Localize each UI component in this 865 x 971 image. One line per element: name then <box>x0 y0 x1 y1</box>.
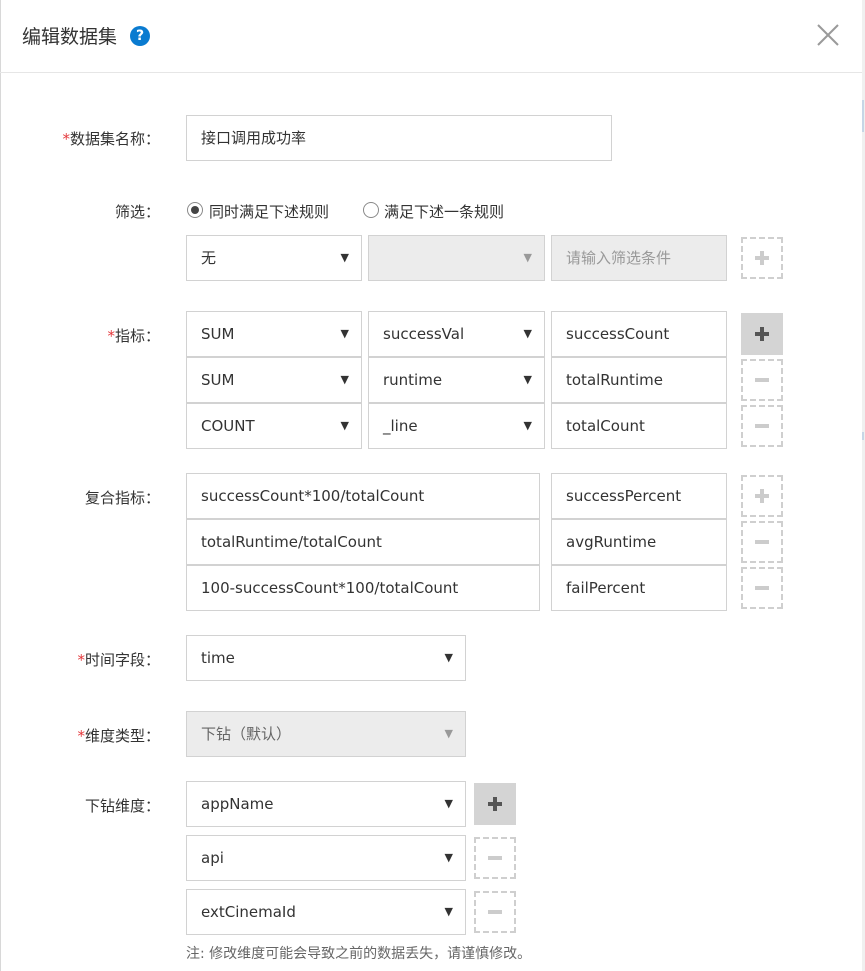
dim-type-select: 下钻（默认） ▼ <box>186 711 466 757</box>
caret-down-icon: ▼ <box>340 251 349 264</box>
caret-down-icon: ▼ <box>523 373 532 386</box>
caret-down-icon: ▼ <box>444 797 453 810</box>
filter-any-radio[interactable] <box>363 202 379 218</box>
time-field-label: *时间字段： <box>77 651 160 669</box>
remove-metric-button[interactable] <box>741 405 783 447</box>
drill-dim-note: 注: 修改维度可能会导致之前的数据丢失，请谨慎修改。 <box>186 946 532 962</box>
composite-alias-input[interactable]: successPercent <box>551 473 727 519</box>
caret-down-icon: ▼ <box>523 327 532 340</box>
minus-icon <box>755 424 769 428</box>
metric-agg-select[interactable]: SUM ▼ <box>186 357 362 403</box>
metric-agg-select[interactable]: SUM ▼ <box>186 311 362 357</box>
time-field-select[interactable]: time ▼ <box>186 635 466 681</box>
add-drill-dim-button[interactable] <box>474 783 516 825</box>
dim-type-value: 下钻（默认） <box>201 725 292 743</box>
metrics-label: *指标： <box>107 327 160 345</box>
filter-any-label: 满足下述一条规则 <box>384 203 505 221</box>
caret-down-icon: ▼ <box>523 251 532 264</box>
minus-icon <box>488 910 502 914</box>
caret-down-icon: ▼ <box>444 727 453 740</box>
metric-agg-value: SUM <box>201 325 235 343</box>
dialog-title: 编辑数据集 <box>22 26 118 48</box>
metric-field-value: successVal <box>383 325 465 343</box>
metric-alias-input[interactable]: totalCount <box>551 403 727 449</box>
composite-expr-input[interactable]: successCount*100/totalCount <box>186 473 540 519</box>
metric-field-select[interactable]: _line ▼ <box>368 403 545 449</box>
add-metric-button[interactable] <box>741 313 783 355</box>
metric-field-select[interactable]: successVal ▼ <box>368 311 545 357</box>
minus-icon <box>755 586 769 590</box>
drill-dim-label: 下钻维度： <box>84 797 160 815</box>
minus-icon <box>755 540 769 544</box>
metric-agg-value: SUM <box>201 371 235 389</box>
add-composite-button[interactable] <box>741 475 783 517</box>
metric-agg-value: COUNT <box>201 417 255 435</box>
metric-field-value: runtime <box>383 371 443 389</box>
caret-down-icon: ▼ <box>340 327 349 340</box>
composite-alias-input[interactable]: avgRuntime <box>551 519 727 565</box>
caret-down-icon: ▼ <box>340 419 349 432</box>
filter-op-select[interactable]: 无 ▼ <box>186 235 362 281</box>
composite-label: 复合指标： <box>84 489 160 507</box>
drill-dim-select[interactable]: appName ▼ <box>186 781 466 827</box>
remove-composite-button[interactable] <box>741 567 783 609</box>
filter-label: 筛选： <box>114 203 160 221</box>
plus-icon <box>755 251 769 265</box>
dim-type-label: *维度类型： <box>77 727 160 745</box>
filter-all-radio[interactable] <box>187 202 203 218</box>
drill-dim-select[interactable]: extCinemaId ▼ <box>186 889 466 935</box>
composite-expr-input[interactable]: totalRuntime/totalCount <box>186 519 540 565</box>
time-field-value: time <box>201 649 235 667</box>
left-edge <box>0 0 1 971</box>
caret-down-icon: ▼ <box>444 905 453 918</box>
filter-condition-input: 请输入筛选条件 <box>551 235 727 281</box>
metric-alias-input[interactable]: totalRuntime <box>551 357 727 403</box>
caret-down-icon: ▼ <box>444 851 453 864</box>
help-icon[interactable]: ? <box>130 26 150 46</box>
close-icon[interactable] <box>815 22 841 48</box>
metric-agg-select[interactable]: COUNT ▼ <box>186 403 362 449</box>
caret-down-icon: ▼ <box>523 419 532 432</box>
composite-alias-input[interactable]: failPercent <box>551 565 727 611</box>
metric-field-select[interactable]: runtime ▼ <box>368 357 545 403</box>
dataset-name-label: *数据集名称： <box>62 130 160 148</box>
remove-drill-dim-button[interactable] <box>474 837 516 879</box>
drill-dim-value: api <box>201 849 224 867</box>
dataset-name-input[interactable]: 接口调用成功率 <box>186 115 612 161</box>
minus-icon <box>755 378 769 382</box>
caret-down-icon: ▼ <box>444 651 453 664</box>
filter-field-select: ▼ <box>368 235 545 281</box>
drill-dim-value: extCinemaId <box>201 903 296 921</box>
remove-drill-dim-button[interactable] <box>474 891 516 933</box>
drill-dim-select[interactable]: api ▼ <box>186 835 466 881</box>
metric-alias-input[interactable]: successCount <box>551 311 727 357</box>
drill-dim-value: appName <box>201 795 274 813</box>
add-filter-button[interactable] <box>741 237 783 279</box>
remove-metric-button[interactable] <box>741 359 783 401</box>
remove-composite-button[interactable] <box>741 521 783 563</box>
plus-icon <box>488 797 502 811</box>
metric-field-value: _line <box>383 417 418 435</box>
minus-icon <box>488 856 502 860</box>
filter-op-value: 无 <box>201 249 217 267</box>
plus-icon <box>755 327 769 341</box>
filter-all-label: 同时满足下述规则 <box>209 203 330 221</box>
caret-down-icon: ▼ <box>340 373 349 386</box>
plus-icon <box>755 489 769 503</box>
composite-expr-input[interactable]: 100-successCount*100/totalCount <box>186 565 540 611</box>
dialog-header: 编辑数据集 ? <box>0 0 862 73</box>
